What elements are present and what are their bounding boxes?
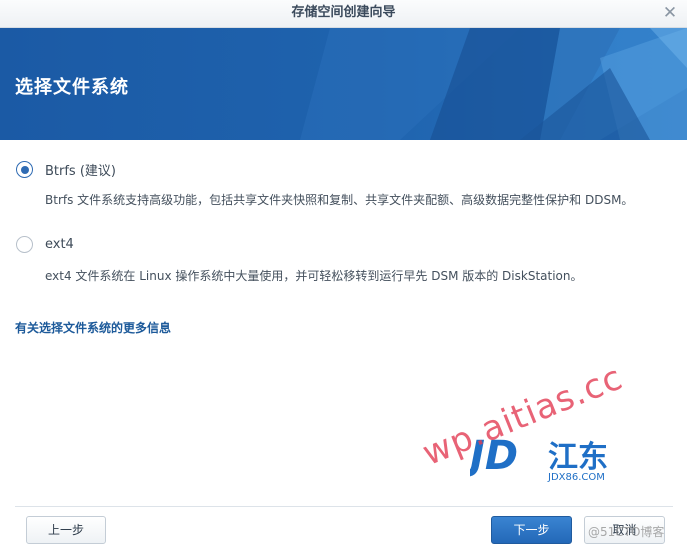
close-icon[interactable]: ✕ [661, 4, 679, 22]
logo-cn: 江东 [548, 440, 608, 475]
option-ext4-description: ext4 文件系统在 Linux 操作系统中大量使用，并可轻松移转到运行早先 D… [45, 269, 583, 283]
footer-divider [15, 506, 673, 507]
window-title: 存储空间创建向导 [291, 5, 396, 20]
radio-btrfs[interactable] [16, 161, 33, 178]
next-button[interactable]: 下一步 [491, 516, 572, 544]
option-btrfs-description: Btrfs 文件系统支持高级功能，包括共享文件夹快照和复制、共享文件夹配额、高级… [45, 193, 634, 207]
option-ext4-label: ext4 [45, 237, 74, 252]
radio-ext4[interactable] [16, 236, 33, 253]
more-info-link[interactable]: 有关选择文件系统的更多信息 [15, 319, 171, 336]
option-btrfs-label: Btrfs (建议) [45, 164, 116, 179]
option-btrfs[interactable]: Btrfs (建议) [16, 160, 116, 179]
window-titlebar: 存储空间创建向导 ✕ [0, 0, 687, 28]
option-ext4[interactable]: ext4 [16, 236, 74, 253]
prev-button[interactable]: 上一步 [26, 516, 106, 544]
logo-sub: JDX86.COM [547, 472, 605, 483]
watermark-credit: @51CTO博客 [588, 525, 665, 539]
wizard-banner: 选择文件系统 [0, 28, 687, 140]
page-title: 选择文件系统 [15, 77, 129, 98]
